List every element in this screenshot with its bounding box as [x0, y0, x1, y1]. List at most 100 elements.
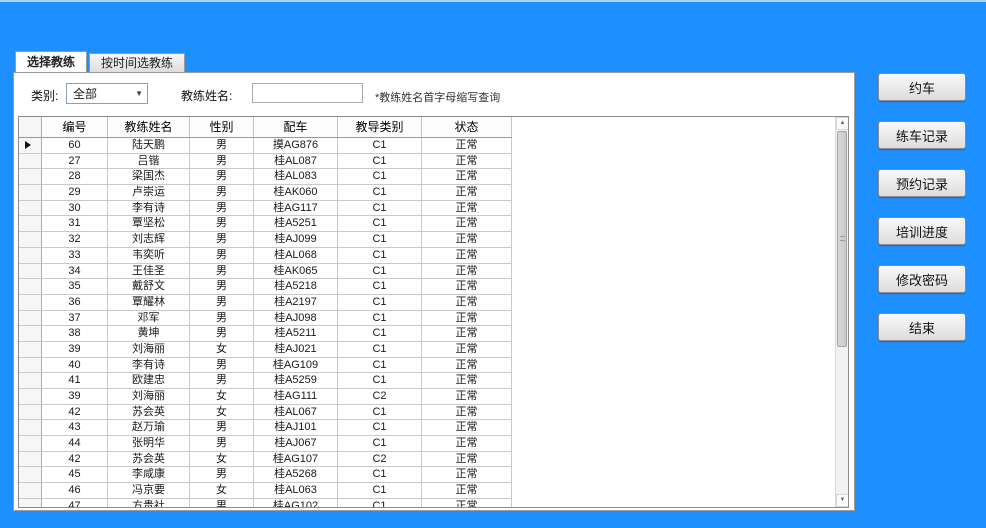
scroll-up-arrow-icon[interactable]: ▲	[836, 117, 849, 130]
table-cell[interactable]: C1	[338, 342, 422, 358]
table-cell[interactable]: 桂AL087	[254, 154, 338, 170]
table-cell[interactable]: 30	[42, 201, 108, 217]
row-selector-cell[interactable]	[19, 232, 42, 248]
table-cell[interactable]: 男	[190, 169, 254, 185]
category-dropdown[interactable]: 全部 ▼	[66, 83, 148, 104]
table-cell[interactable]: 冯京要	[108, 483, 190, 499]
row-selector-cell[interactable]	[19, 185, 42, 201]
table-cell[interactable]: 张明华	[108, 436, 190, 452]
table-cell[interactable]: C1	[338, 295, 422, 311]
table-cell[interactable]: 桂A5218	[254, 279, 338, 295]
table-vertical-scrollbar[interactable]: ▲ ▼	[835, 117, 848, 507]
table-cell[interactable]: 男	[190, 499, 254, 507]
table-cell[interactable]: 27	[42, 154, 108, 170]
table-cell[interactable]: 47	[42, 499, 108, 507]
table-cell[interactable]: 桂A5268	[254, 467, 338, 483]
table-cell[interactable]: C1	[338, 405, 422, 421]
table-cell[interactable]: 桂AG111	[254, 389, 338, 405]
table-cell[interactable]: 桂AJ099	[254, 232, 338, 248]
table-cell[interactable]: 覃耀林	[108, 295, 190, 311]
table-row[interactable]: 36覃耀林男桂A2197C1正常	[19, 295, 512, 311]
table-cell[interactable]: 男	[190, 295, 254, 311]
table-row[interactable]: 39刘海丽女桂AG111C2正常	[19, 389, 512, 405]
table-cell[interactable]: C2	[338, 389, 422, 405]
table-cell[interactable]: 男	[190, 154, 254, 170]
tab-select-coach[interactable]: 选择教练	[15, 51, 87, 72]
table-cell[interactable]: 赵万瑜	[108, 420, 190, 436]
table-cell[interactable]: 黄坤	[108, 326, 190, 342]
table-cell[interactable]: 正常	[422, 326, 512, 342]
table-row[interactable]: 39刘海丽女桂AJ021C1正常	[19, 342, 512, 358]
table-cell[interactable]: 正常	[422, 342, 512, 358]
table-cell[interactable]: C1	[338, 467, 422, 483]
table-cell[interactable]: 男	[190, 279, 254, 295]
table-row[interactable]: 40李有诗男桂AG109C1正常	[19, 358, 512, 374]
table-cell[interactable]: C1	[338, 279, 422, 295]
table-row[interactable]: 30李有诗男桂AG117C1正常	[19, 201, 512, 217]
table-cell[interactable]: 32	[42, 232, 108, 248]
table-cell[interactable]: 女	[190, 389, 254, 405]
table-cell[interactable]: 摸AG876	[254, 138, 338, 154]
column-header[interactable]: 配车	[254, 117, 338, 137]
table-cell[interactable]: 女	[190, 452, 254, 468]
row-selector-cell[interactable]	[19, 154, 42, 170]
table-cell[interactable]: 正常	[422, 405, 512, 421]
table-cell[interactable]: 苏会英	[108, 452, 190, 468]
row-selector-cell[interactable]	[19, 420, 42, 436]
row-selector-cell[interactable]	[19, 499, 42, 507]
row-selector-cell[interactable]	[19, 452, 42, 468]
table-row[interactable]: 29卢崇运男桂AK060C1正常	[19, 185, 512, 201]
table-cell[interactable]: 正常	[422, 216, 512, 232]
table-row[interactable]: 41欧建忠男桂A5259C1正常	[19, 373, 512, 389]
table-cell[interactable]: 李有诗	[108, 358, 190, 374]
column-header[interactable]: 性别	[190, 117, 254, 137]
table-cell[interactable]: 正常	[422, 264, 512, 280]
table-cell[interactable]: 桂AL083	[254, 169, 338, 185]
row-selector-cell[interactable]	[19, 389, 42, 405]
table-cell[interactable]: 正常	[422, 295, 512, 311]
table-cell[interactable]: 梁国杰	[108, 169, 190, 185]
table-row[interactable]: 44张明华男桂AJ067C1正常	[19, 436, 512, 452]
table-cell[interactable]: C1	[338, 499, 422, 507]
table-cell[interactable]: 42	[42, 405, 108, 421]
table-row[interactable]: 28梁国杰男桂AL083C1正常	[19, 169, 512, 185]
table-cell[interactable]: 女	[190, 405, 254, 421]
table-cell[interactable]: 戴舒文	[108, 279, 190, 295]
table-cell[interactable]: 正常	[422, 248, 512, 264]
table-cell[interactable]: 39	[42, 342, 108, 358]
table-cell[interactable]: 男	[190, 420, 254, 436]
column-header[interactable]: 教导类别	[338, 117, 422, 137]
table-cell[interactable]: C1	[338, 185, 422, 201]
table-cell[interactable]: 29	[42, 185, 108, 201]
table-cell[interactable]: 女	[190, 342, 254, 358]
table-cell[interactable]: 李有诗	[108, 201, 190, 217]
table-cell[interactable]: 桂AL063	[254, 483, 338, 499]
table-row[interactable]: 42苏会英女桂AG107C2正常	[19, 452, 512, 468]
table-cell[interactable]: 正常	[422, 483, 512, 499]
table-cell[interactable]: 苏会英	[108, 405, 190, 421]
row-selector-cell[interactable]	[19, 169, 42, 185]
table-cell[interactable]: 42	[42, 452, 108, 468]
table-cell[interactable]: C1	[338, 436, 422, 452]
table-cell[interactable]: 男	[190, 138, 254, 154]
table-cell[interactable]: 陆天鹏	[108, 138, 190, 154]
row-selector-cell[interactable]	[19, 373, 42, 389]
table-row[interactable]: 34王佳圣男桂AK065C1正常	[19, 264, 512, 280]
row-selector-cell[interactable]	[19, 483, 42, 499]
table-cell[interactable]: 男	[190, 358, 254, 374]
table-cell[interactable]: 36	[42, 295, 108, 311]
table-cell[interactable]: 吕锴	[108, 154, 190, 170]
practice-records-button[interactable]: 练车记录	[878, 121, 966, 149]
table-cell[interactable]: C1	[338, 420, 422, 436]
column-header[interactable]: 编号	[42, 117, 108, 137]
end-button[interactable]: 结束	[878, 313, 966, 341]
table-cell[interactable]: 桂AL067	[254, 405, 338, 421]
scrollbar-thumb[interactable]	[837, 131, 847, 347]
table-cell[interactable]: 33	[42, 248, 108, 264]
table-cell[interactable]: 韦奕听	[108, 248, 190, 264]
table-cell[interactable]: 正常	[422, 499, 512, 507]
table-cell[interactable]: 桂AJ098	[254, 311, 338, 327]
table-cell[interactable]: 桂A5259	[254, 373, 338, 389]
table-cell[interactable]: 刘海丽	[108, 342, 190, 358]
table-cell[interactable]: 正常	[422, 467, 512, 483]
